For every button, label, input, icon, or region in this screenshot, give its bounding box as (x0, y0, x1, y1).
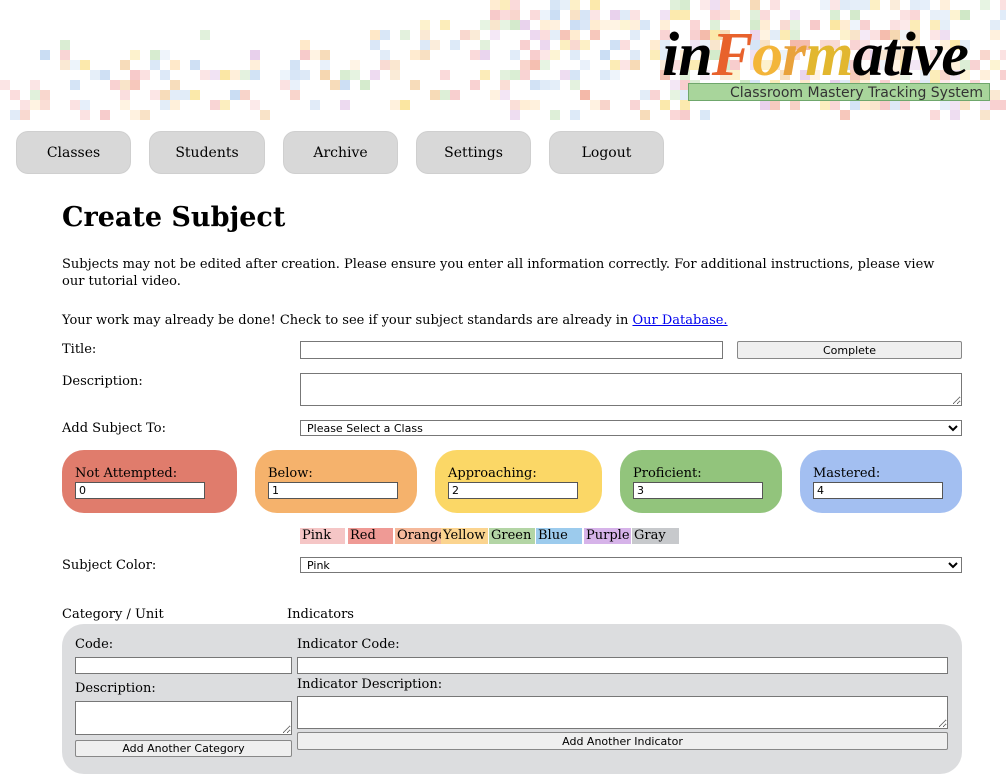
level-approaching-input[interactable] (448, 482, 578, 499)
database-note-text: Your work may already be done! Check to … (62, 313, 633, 328)
swatch-blue: Blue (536, 528, 582, 544)
class-select[interactable]: Please Select a Class (300, 420, 962, 436)
level-not-attempted-input[interactable] (75, 482, 205, 499)
nav-logout-button[interactable]: Logout (549, 131, 664, 174)
logo-tagline: Classroom Mastery Tracking System (688, 83, 990, 101)
level-not-attempted: Not Attempted: (62, 450, 237, 513)
level-not-attempted-label: Not Attempted: (75, 466, 178, 481)
swatch-yellow: Yellow (441, 528, 488, 544)
category-description-textarea[interactable] (75, 701, 292, 735)
title-input[interactable] (300, 341, 723, 359)
level-below-input[interactable] (268, 482, 398, 499)
level-proficient-input[interactable] (633, 482, 763, 499)
our-database-link[interactable]: Our Database. (632, 313, 727, 328)
indicator-description-textarea[interactable] (297, 696, 948, 729)
add-subject-to-label: Add Subject To: (62, 421, 166, 436)
level-mastered-input[interactable] (813, 482, 943, 499)
informative-logo: inFormative (662, 21, 969, 89)
swatch-red: Red (348, 528, 393, 544)
nav-classes-button[interactable]: Classes (16, 131, 131, 174)
nav-archive-button[interactable]: Archive (283, 131, 398, 174)
swatch-pink: Pink (300, 528, 345, 544)
indicator-description-label: Indicator Description: (297, 677, 443, 692)
swatch-green: Green (489, 528, 535, 544)
indicator-code-input[interactable] (297, 657, 948, 674)
nav-students-button[interactable]: Students (149, 131, 265, 174)
level-mastered-label: Mastered: (813, 466, 881, 481)
level-approaching-label: Approaching: (448, 466, 537, 481)
category-code-label: Code: (75, 637, 114, 652)
add-indicator-button[interactable]: Add Another Indicator (297, 732, 948, 750)
complete-button[interactable]: Complete (737, 341, 962, 359)
category-unit-header: Category / Unit (62, 607, 164, 622)
level-approaching: Approaching: (435, 450, 602, 513)
subject-color-label: Subject Color: (62, 558, 157, 573)
category-code-input[interactable] (75, 657, 292, 674)
description-label: Description: (62, 374, 143, 389)
indicators-header: Indicators (287, 607, 354, 622)
nav-settings-button[interactable]: Settings (416, 131, 531, 174)
level-below-label: Below: (268, 466, 313, 481)
intro-text: Subjects may not be edited after creatio… (62, 257, 935, 289)
level-proficient: Proficient: (620, 450, 782, 513)
swatch-purple: Purple (584, 528, 631, 544)
swatch-gray: Gray (632, 528, 679, 544)
level-proficient-label: Proficient: (633, 466, 702, 481)
swatch-orange: Orange (395, 528, 447, 544)
level-mastered: Mastered: (800, 450, 962, 513)
subject-color-select[interactable]: Pink (300, 557, 962, 573)
database-note: Your work may already be done! Check to … (62, 312, 952, 329)
category-description-label: Description: (75, 681, 156, 696)
indicator-code-label: Indicator Code: (297, 637, 400, 652)
add-category-button[interactable]: Add Another Category (75, 740, 292, 757)
description-textarea[interactable] (300, 373, 962, 406)
level-below: Below: (255, 450, 417, 513)
page-title: Create Subject (62, 202, 286, 233)
title-label: Title: (62, 342, 97, 357)
